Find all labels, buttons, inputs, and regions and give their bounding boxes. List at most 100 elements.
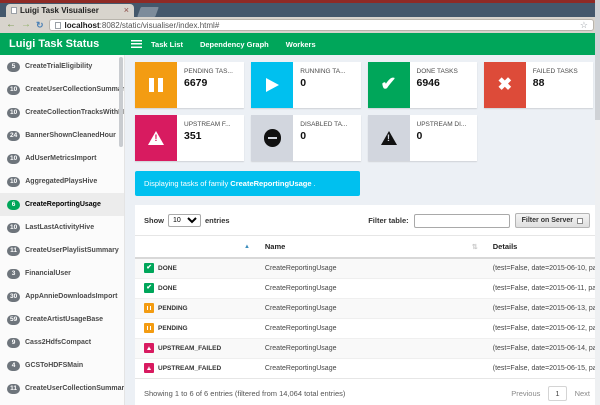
sidebar-item-createcollectiontrackswithm[interactable]: 10 CreateCollectionTracksWithM [0, 101, 124, 124]
task-count-badge: 10 [7, 153, 21, 164]
page-scrollbar[interactable] [595, 0, 600, 405]
status-card-label: UPSTREAM DI... [416, 121, 467, 128]
nav-link-task-list[interactable]: Task List [151, 40, 183, 49]
status-cell: ! UPSTREAM_FAILED [135, 337, 256, 358]
forward-icon[interactable]: → [21, 20, 31, 30]
sidebar-item-createusercollectionsummar[interactable]: 10 CreateUserCollectionSummar [0, 78, 124, 101]
status-cell: ! UPSTREAM_FAILED [135, 357, 256, 378]
filter-input[interactable] [413, 213, 510, 228]
sidebar-item-createreportingusage[interactable]: 6 CreateReportingUsage [0, 193, 124, 216]
filter-label: Filter table: [368, 216, 409, 225]
status-card-icon-block: ✔ [367, 62, 410, 108]
sidebar-item-createtrialeligibility[interactable]: 5 CreateTrialEligibility [0, 55, 124, 78]
check-icon: ✔ [146, 283, 152, 291]
browser-tab[interactable]: Luigi Task Visualiser × [6, 4, 134, 17]
task-table: ▲ Name ⇅ Details ✔ DONE CreateReportingUsa… [135, 235, 600, 378]
status-label: PENDING [158, 304, 188, 312]
status-card-icon-block [135, 62, 177, 108]
name-cell: CreateReportingUsage [255, 357, 484, 378]
status-card-label: FAILED TASKS [532, 68, 578, 75]
sidebar-task-family-list: 5 CreateTrialEligibility 10 CreateUserColle… [0, 55, 124, 400]
sidebar-item-gcstohdfsmain[interactable]: 4 GCSToHDFSMain [0, 354, 124, 377]
address-bar[interactable]: localhost:8082/static/visualiser/index.h… [48, 19, 594, 31]
name-cell: CreateReportingUsage [255, 297, 484, 318]
sort-ascending-icon: ▲ [243, 244, 250, 250]
sidebar-item-label: CreateArtistUsageBase [25, 316, 104, 323]
nav-link-workers[interactable]: Workers [286, 40, 316, 49]
column-header-details[interactable]: Details [483, 235, 600, 259]
back-icon[interactable]: ← [6, 20, 16, 30]
close-tab-icon[interactable]: × [124, 6, 129, 15]
status-card-value: 0 [300, 130, 307, 142]
status-card: RUNNING TA... 0 [251, 62, 361, 108]
table-row[interactable]: ! UPSTREAM_FAILED CreateReportingUsage (tes… [135, 357, 600, 378]
check-icon: ✔ [146, 264, 152, 272]
table-row[interactable]: ✔ DONE CreateReportingUsage (test=False, da… [135, 277, 600, 298]
status-card: ✖ FAILED TASKS 88 [483, 62, 593, 108]
page-icon [54, 21, 61, 29]
status-badge-icon-box: ✔ [144, 263, 154, 274]
task-count-badge: 24 [7, 130, 21, 141]
next-page-button[interactable]: Next [575, 389, 590, 398]
status-label: DONE [158, 264, 177, 272]
details-cell: (test=False, date=2015-06-14, paralle [483, 337, 600, 358]
status-card: ✔ DONE TASKS 6946 [367, 62, 477, 108]
status-cards: PENDING TAS... 6679 RUNNING TA... 0 ✔ DONE TA… [135, 62, 593, 161]
status-card-body: DISABLED TA... 0 [293, 115, 353, 161]
sidebar-item-cass2hdfscompact[interactable]: 9 Cass2HdfsCompact [0, 331, 124, 354]
sidebar-item-label: GCSToHDFSMain [25, 362, 84, 369]
status-badge: ✔ DONE [144, 263, 177, 274]
app-brand[interactable]: Luigi Task Status [0, 38, 125, 50]
pause-icon [146, 305, 152, 311]
page-1-button[interactable]: 1 [548, 386, 567, 401]
details-cell: (test=False, date=2015-06-11, paralle [483, 277, 600, 298]
table-row[interactable]: ! UPSTREAM_FAILED CreateReportingUsage (tes… [135, 337, 600, 358]
name-cell: CreateReportingUsage [255, 257, 484, 278]
app-navbar: Luigi Task Status Task List Dependency G… [0, 33, 600, 55]
name-cell: CreateReportingUsage [255, 337, 484, 358]
sidebar-item-appanniedownloadsimport[interactable]: 30 AppAnnieDownloadsImport [0, 285, 124, 308]
page-size-select[interactable]: 10 [168, 214, 201, 227]
sidebar-item-label: BannerShownCleanedHour [25, 132, 116, 139]
warning-icon: ! [148, 131, 164, 145]
status-label: DONE [158, 284, 177, 292]
previous-page-button[interactable]: Previous [511, 389, 540, 398]
warning-icon: ! [147, 365, 151, 371]
task-count-badge: 11 [7, 383, 20, 394]
status-badge: PENDING [144, 303, 188, 313]
table-row[interactable]: PENDING CreateReportingUsage (test=False, … [135, 297, 600, 318]
sidebar-item-aggregatedplayshive[interactable]: 10 AggregatedPlaysHive [0, 170, 124, 193]
sidebar-item-bannershowncleanedhour[interactable]: 24 BannerShownCleanedHour [0, 124, 124, 147]
filter-on-server-button[interactable]: Filter on Server [514, 213, 590, 228]
task-count-badge: 9 [7, 337, 20, 348]
status-card-body: UPSTREAM F... 351 [177, 115, 237, 161]
browser-tab-strip: Luigi Task Visualiser × [0, 3, 600, 17]
status-card-body: RUNNING TA... 0 [293, 62, 351, 108]
server-filter-checkbox[interactable] [577, 217, 583, 224]
table-row[interactable]: ✔ DONE CreateReportingUsage (test=False, da… [135, 257, 600, 278]
table-row[interactable]: PENDING CreateReportingUsage (test=False, … [135, 317, 600, 338]
sidebar-scrollbar[interactable] [119, 57, 123, 147]
menu-toggle-icon[interactable] [131, 40, 142, 48]
sidebar-item-label: CreateCollectionTracksWithM [25, 109, 124, 116]
status-card-value: 6946 [416, 77, 440, 89]
sidebar-item-adusermetricsimport[interactable]: 10 AdUserMetricsImport [0, 147, 124, 170]
sidebar-item-createuserplaylistsummary[interactable]: 11 CreateUserPlaylistSummary [0, 239, 124, 262]
sidebar-item-createartistusagebase[interactable]: 59 CreateArtistUsageBase [0, 308, 124, 331]
sidebar-item-lastlastactivityhive[interactable]: 10 LastLastActivityHive [0, 216, 124, 239]
sidebar-item-label: CreateUserPlaylistSummary [25, 247, 119, 254]
pause-icon [149, 77, 163, 93]
bookmark-star-icon[interactable]: ☆ [580, 20, 588, 31]
new-tab-button[interactable] [137, 7, 159, 17]
column-header-name[interactable]: Name ⇅ [255, 235, 484, 259]
nav-link-dependency-graph[interactable]: Dependency Graph [200, 40, 269, 49]
status-cell: PENDING [135, 317, 256, 338]
reload-icon[interactable]: ↻ [36, 20, 44, 30]
sidebar-item-createusercollectionsummar[interactable]: 11 CreateUserCollectionSummar [0, 377, 124, 400]
status-card: ! UPSTREAM F... 351 [135, 115, 245, 161]
tab-title: Luigi Task Visualiser [20, 6, 99, 15]
column-header-status[interactable]: ▲ [135, 235, 256, 259]
sidebar-item-financialuser[interactable]: 3 FinancialUser [0, 262, 124, 285]
entries-label: entries [205, 216, 230, 225]
task-count-badge: 59 [7, 314, 21, 325]
